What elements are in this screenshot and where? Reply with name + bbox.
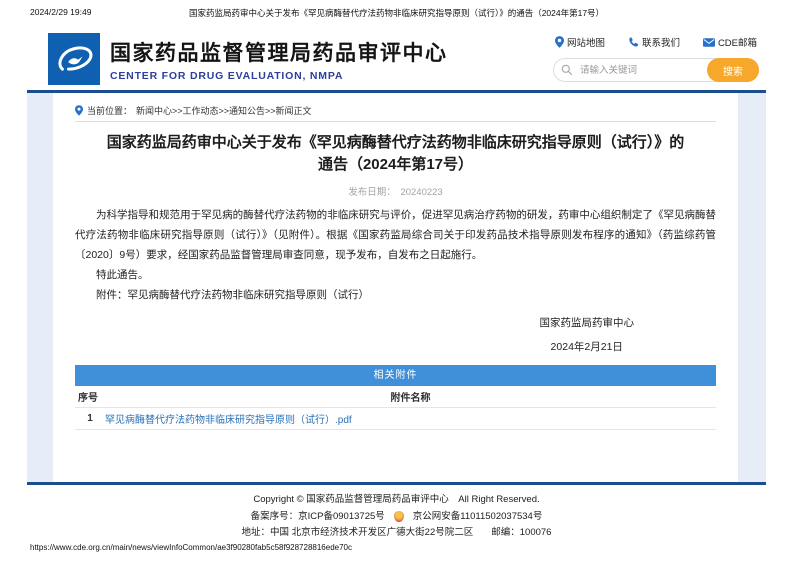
attachments-header-row: 序号 附件名称 — [75, 386, 716, 408]
footer-police: 京公网安备11011502037534号 — [412, 510, 543, 522]
org-name-en: CENTER FOR DRUG EVALUATION, NMPA — [110, 69, 344, 82]
breadcrumb: 当前位置： 新闻中心>>工作动态>>通知公告>>新闻正文 — [75, 100, 716, 121]
map-pin-icon — [555, 36, 564, 48]
footer-copyright: Copyright © 国家药品监督管理局药品审评中心 All Right Re… — [253, 494, 540, 505]
breadcrumb-path[interactable]: 新闻中心>>工作动态>>通知公告>>新闻正文 — [136, 104, 312, 117]
print-timestamp: 2024/2/29 19:49 — [30, 7, 92, 17]
site-header: 国家药品监督管理局药品审评中心 CENTER FOR DRUG EVALUATI… — [27, 28, 766, 90]
attachments-table: 相关附件 序号 附件名称 1 罕见病酶替代疗法药物非临床研究指导原则（试行）.p… — [75, 365, 716, 430]
attachment-row-index: 1 — [87, 413, 93, 424]
article-body: 为科学指导和规范用于罕见病的酶替代疗法药物的非临床研究与评价，促进罕见病治疗药物… — [75, 205, 716, 305]
print-page-url: https://www.cde.org.cn/main/news/viewInf… — [30, 543, 352, 552]
attachments-title-bar: 相关附件 — [75, 365, 716, 386]
cde-mail-link-label: CDE邮箱 — [717, 38, 757, 49]
footer-icp: 备案序号：京ICP备09013725号 — [250, 510, 385, 522]
search-bar: 搜索 — [553, 58, 759, 82]
signature-block: 国家药监局药审中心 2024年2月21日 — [540, 315, 635, 354]
cde-logo[interactable] — [48, 33, 100, 85]
footer-address-row: 地址：中国 北京市经济技术开发区广德大街22号院二区 邮编：100076 — [27, 525, 766, 542]
article-card: 当前位置： 新闻中心>>工作动态>>通知公告>>新闻正文 国家药监局药审中心关于… — [53, 93, 738, 482]
attachments-col-name: 附件名称 — [390, 393, 431, 404]
org-name-cn: 国家药品监督管理局药品审评中心 — [110, 41, 448, 65]
phone-icon — [629, 36, 639, 47]
webpage: 国家药品监督管理局药品审评中心 CENTER FOR DRUG EVALUATI… — [27, 28, 766, 542]
police-badge-icon — [393, 511, 404, 523]
attachment-pdf-link[interactable]: 罕见病酶替代疗法药物非临床研究指导原则（试行）.pdf — [105, 415, 352, 426]
search-button[interactable]: 搜索 — [707, 58, 759, 82]
cde-mail-link[interactable]: CDE邮箱 — [702, 35, 757, 49]
search-icon — [561, 64, 573, 76]
mail-icon — [702, 37, 715, 47]
signature-org: 国家药监局药审中心 — [539, 317, 635, 329]
footer-postcode: 邮编：100076 — [491, 527, 552, 538]
signature-date: 2024年2月21日 — [550, 341, 623, 353]
location-pin-icon — [75, 105, 83, 116]
breadcrumb-rule — [75, 121, 716, 122]
attachment-row: 1 罕见病酶替代疗法药物非临床研究指导原则（试行）.pdf — [75, 408, 716, 429]
attachments-col-index: 序号 — [78, 393, 98, 404]
article-title: 国家药监局药审中心关于发布《罕见病酶替代疗法药物非临床研究指导原则（试行）》的通… — [106, 134, 685, 173]
article-paragraph: 附件：罕见病酶替代疗法药物非临床研究指导原则（试行） — [96, 289, 369, 301]
publish-date: 发布日期： 20240223 — [75, 184, 716, 198]
footer-registration: 备案序号：京ICP备09013725号 京公网安备11011502037534号 — [27, 509, 766, 526]
publish-date-value: 20240223 — [400, 187, 443, 198]
article-paragraph: 为科学指导和规范用于罕见病的酶替代疗法药物的非临床研究与评价，促进罕见病治疗药物… — [75, 209, 716, 261]
site-footer: Copyright © 国家药品监督管理局药品审评中心 All Right Re… — [27, 485, 766, 542]
attachment-name-cell: 罕见病酶替代疗法药物非临床研究指导原则（试行）.pdf — [105, 411, 716, 426]
org-names: 国家药品监督管理局药品审评中心 CENTER FOR DRUG EVALUATI… — [110, 37, 448, 82]
cde-bird-swoosh-icon — [48, 33, 100, 85]
contact-link-label: 联系我们 — [641, 38, 680, 49]
print-doc-title: 国家药监局药审中心关于发布《罕见病酶替代疗法药物非临床研究指导原则（试行）》的通… — [188, 8, 605, 18]
sitemap-link[interactable]: 网站地图 — [555, 35, 605, 49]
sitemap-link-label: 网站地图 — [567, 38, 606, 49]
content-background: 当前位置： 新闻中心>>工作动态>>通知公告>>新闻正文 国家药监局药审中心关于… — [27, 93, 766, 482]
breadcrumb-prefix: 当前位置： — [87, 106, 133, 116]
publish-date-label: 发布日期： — [348, 187, 396, 198]
article-paragraph: 特此通告。 — [96, 269, 149, 281]
header-links: 网站地图 联系我们 CDE邮箱 — [553, 35, 759, 49]
footer-address: 地址：中国 北京市经济技术开发区广德大街22号院二区 — [241, 527, 474, 538]
contact-link[interactable]: 联系我们 — [628, 35, 680, 49]
header-right: 网站地图 联系我们 CDE邮箱 请输入关键词 搜索 — [553, 35, 759, 82]
